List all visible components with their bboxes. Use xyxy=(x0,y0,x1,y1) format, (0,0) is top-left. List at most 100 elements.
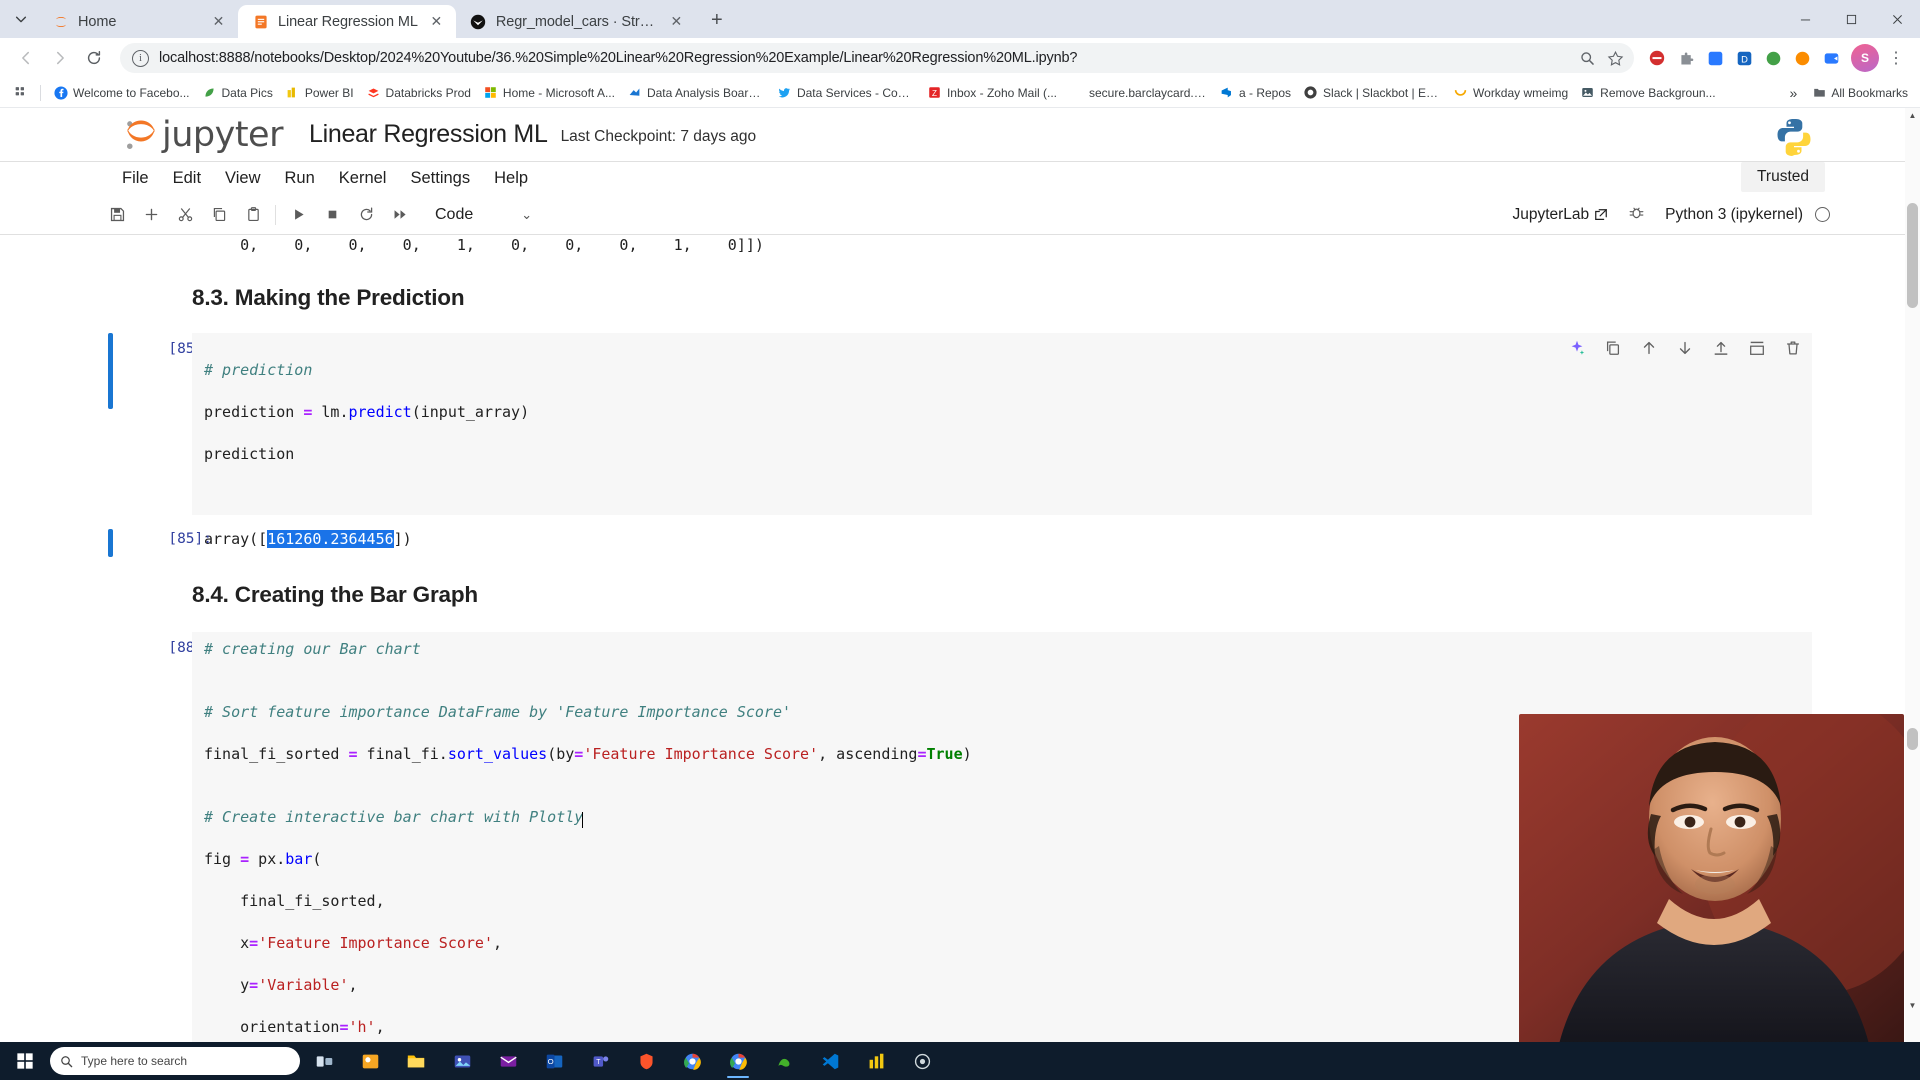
teams-icon[interactable]: T xyxy=(578,1043,622,1079)
duplicate-icon[interactable] xyxy=(1604,339,1622,357)
markdown-heading-8-4[interactable]: 8.4. Creating the Bar Graph xyxy=(110,582,1812,608)
vertical-scrollbar[interactable]: ▲ ▼ xyxy=(1905,108,1920,1051)
close-icon[interactable]: ✕ xyxy=(667,12,686,31)
address-bar[interactable]: i localhost:8888/notebooks/Desktop/2024%… xyxy=(120,43,1634,73)
move-up-icon[interactable] xyxy=(1640,339,1658,357)
extra-app-icon[interactable] xyxy=(900,1043,944,1079)
anaconda-icon[interactable] xyxy=(762,1043,806,1079)
grammarly-icon[interactable]: D xyxy=(1731,45,1757,71)
vscode-icon[interactable] xyxy=(808,1043,852,1079)
browser-tab-linear-regression-ml[interactable]: Linear Regression ML ✕ xyxy=(238,5,456,38)
debugger-button[interactable] xyxy=(1628,204,1645,226)
chrome-browser-icon[interactable] xyxy=(670,1043,714,1079)
markdown-heading-8-3[interactable]: 8.3. Making the Prediction xyxy=(110,285,1812,311)
output-selected-value[interactable]: 161260.2364456 xyxy=(267,530,394,548)
bookmark-remove-background[interactable]: Remove Backgroun... xyxy=(1574,82,1721,103)
copy-button[interactable] xyxy=(202,200,236,230)
close-icon[interactable]: ✕ xyxy=(427,12,446,31)
output-cell-85[interactable]: [85]: array([161260.2364456]) xyxy=(108,529,1812,557)
widgets-weather-icon[interactable] xyxy=(348,1043,392,1079)
code-cell-85[interactable]: [85]: # prediction prediction = lm.predi… xyxy=(108,333,1812,515)
forward-button[interactable] xyxy=(44,42,76,74)
powerbi-desktop-icon[interactable] xyxy=(854,1043,898,1079)
info-circle-icon[interactable]: i xyxy=(132,49,149,67)
bookmark-power-bi[interactable]: Power BI xyxy=(279,82,360,103)
chrome-active-icon[interactable] xyxy=(716,1043,760,1079)
kernel-name-label[interactable]: Python 3 (ipykernel) xyxy=(1665,206,1803,224)
close-button[interactable] xyxy=(1874,0,1920,38)
star-icon[interactable] xyxy=(1604,47,1626,69)
jupyter-logo[interactable]: jupyter xyxy=(122,115,283,155)
new-tab-button[interactable]: + xyxy=(702,5,732,35)
brave-browser-icon[interactable] xyxy=(624,1043,668,1079)
scroll-down-button[interactable]: ▼ xyxy=(1905,998,1920,1013)
task-view-icon[interactable] xyxy=(302,1043,346,1079)
insert-cell-button[interactable] xyxy=(134,200,168,230)
kebab-menu-icon[interactable]: ⋮ xyxy=(1882,44,1910,72)
menu-file[interactable]: File xyxy=(110,165,161,192)
apps-grid-icon[interactable] xyxy=(8,81,34,105)
menu-view[interactable]: View xyxy=(213,165,272,192)
photos-icon[interactable] xyxy=(440,1043,484,1079)
windows-start-icon[interactable] xyxy=(4,1044,46,1078)
maximize-button[interactable] xyxy=(1828,0,1874,38)
mail-icon[interactable] xyxy=(486,1043,530,1079)
file-explorer-icon[interactable] xyxy=(394,1043,438,1079)
bookmark-slack-slackbot[interactable]: Slack | Slackbot | En... xyxy=(1297,82,1447,103)
paste-button[interactable] xyxy=(236,200,270,230)
back-button[interactable] xyxy=(10,42,42,74)
bookmark-data-pics[interactable]: Data Pics xyxy=(196,82,279,103)
bookmark-data-services-conf[interactable]: Data Services - Conf... xyxy=(771,82,921,103)
bookmark-data-analysis-board[interactable]: Data Analysis Board... xyxy=(621,82,771,103)
menu-edit[interactable]: Edit xyxy=(161,165,213,192)
profile-avatar[interactable]: S xyxy=(1851,44,1879,72)
cell-type-dropdown[interactable]: Code ⌄ xyxy=(435,206,532,224)
code-editor[interactable]: # prediction prediction = lm.predict(inp… xyxy=(192,333,1812,515)
all-bookmarks-label: All Bookmarks xyxy=(1831,85,1908,100)
insert-above-icon[interactable] xyxy=(1712,339,1730,357)
run-cell-button[interactable] xyxy=(281,200,315,230)
sparkle-ai-icon[interactable] xyxy=(1568,339,1586,357)
delete-trash-icon[interactable] xyxy=(1784,339,1802,357)
zoom-search-icon[interactable] xyxy=(1576,47,1598,69)
cut-button[interactable] xyxy=(168,200,202,230)
interrupt-kernel-button[interactable] xyxy=(315,200,349,230)
tab-search-button[interactable] xyxy=(4,4,38,34)
bookmark-workday-wmeimg[interactable]: Workday wmeimg xyxy=(1447,82,1574,103)
menu-settings[interactable]: Settings xyxy=(398,165,482,192)
blue-square-icon[interactable] xyxy=(1702,45,1728,71)
minimize-button[interactable] xyxy=(1782,0,1828,38)
zoom-app-icon[interactable] xyxy=(1818,45,1844,71)
save-button[interactable] xyxy=(100,200,134,230)
scrollbar-thumb[interactable] xyxy=(1907,203,1918,308)
bookmark-inbox-zoho-mail[interactable]: Z Inbox - Zoho Mail (... xyxy=(921,82,1063,103)
scroll-up-button[interactable]: ▲ xyxy=(1905,108,1920,123)
insert-below-icon[interactable] xyxy=(1748,339,1766,357)
reload-button[interactable] xyxy=(78,42,110,74)
restart-run-all-button[interactable] xyxy=(383,200,417,230)
bookmark-databricks-prod[interactable]: Databricks Prod xyxy=(360,82,477,103)
browser-tab-home[interactable]: Home ✕ xyxy=(38,5,238,38)
menu-help[interactable]: Help xyxy=(482,165,540,192)
close-icon[interactable]: ✕ xyxy=(209,12,228,31)
trusted-badge[interactable]: Trusted xyxy=(1741,162,1825,192)
menu-kernel[interactable]: Kernel xyxy=(327,165,399,192)
menu-run[interactable]: Run xyxy=(273,165,327,192)
colors-icon[interactable] xyxy=(1789,45,1815,71)
move-down-icon[interactable] xyxy=(1676,339,1694,357)
puzzle-extension-icon[interactable] xyxy=(1673,45,1699,71)
bookmark-welcome-to-facebook[interactable]: Welcome to Facebo... xyxy=(47,82,196,103)
adblock-icon[interactable] xyxy=(1644,45,1670,71)
jupyterlab-link[interactable]: JupyterLab xyxy=(1512,206,1608,224)
browser-tab-regr-model-cars-streamlit[interactable]: Regr_model_cars · Streamlit ✕ xyxy=(456,5,696,38)
bookmark-secure-barclaycard[interactable]: secure.barclaycard.c... xyxy=(1063,82,1213,103)
double-chevron-right-icon[interactable]: » xyxy=(1784,85,1804,101)
all-bookmarks-button[interactable]: All Bookmarks xyxy=(1813,86,1908,100)
bookmark-a-repos[interactable]: a - Repos xyxy=(1213,82,1297,103)
bookmark-home-microsoft-a[interactable]: Home - Microsoft A... xyxy=(477,82,621,103)
notebook-title[interactable]: Linear Regression ML xyxy=(309,120,548,149)
restart-kernel-button[interactable] xyxy=(349,200,383,230)
lastpass-icon[interactable] xyxy=(1760,45,1786,71)
outlook-icon[interactable]: O xyxy=(532,1043,576,1079)
taskbar-search-box[interactable]: Type here to search xyxy=(50,1047,300,1075)
